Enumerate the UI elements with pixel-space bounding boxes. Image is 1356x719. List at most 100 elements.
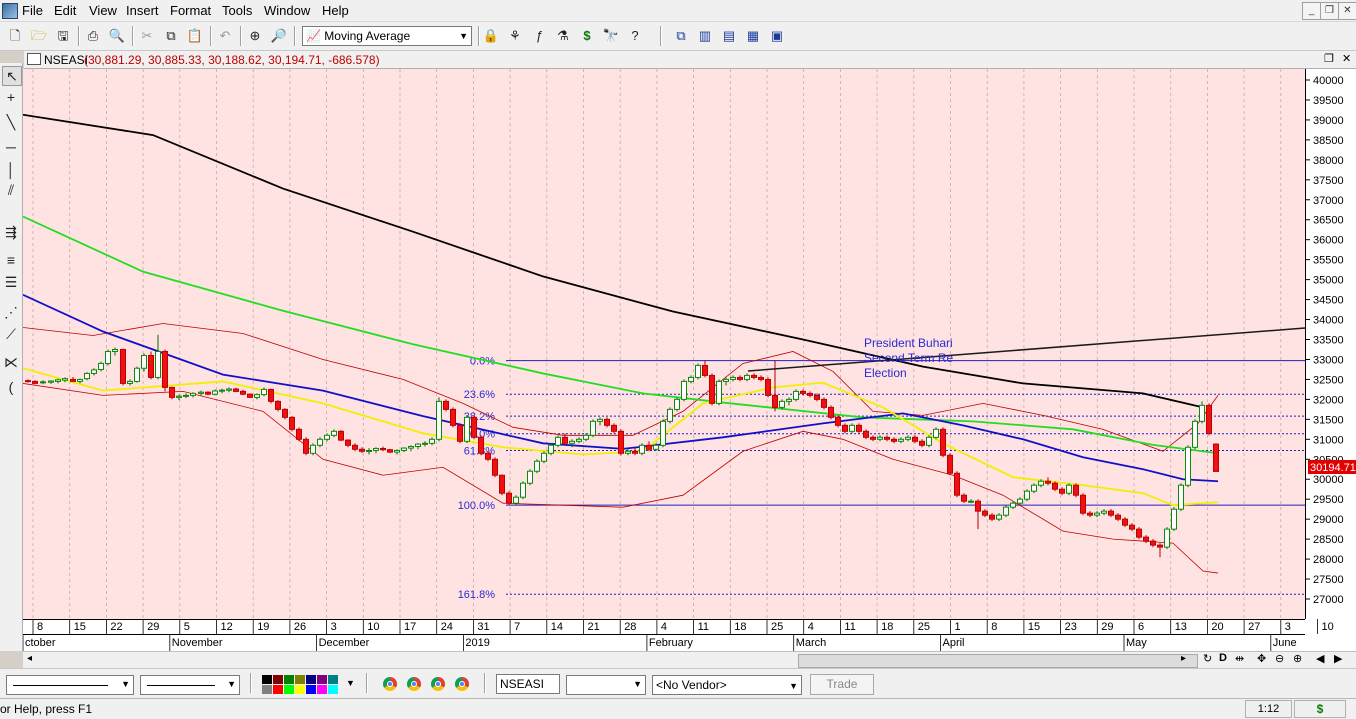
scroll-right-icon[interactable]: ▸ (1181, 653, 1186, 664)
browser-icon[interactable] (455, 677, 469, 691)
color-palette[interactable] (262, 675, 342, 695)
candle-body (534, 460, 540, 472)
spread-icon[interactable]: ⇹ (1235, 652, 1244, 665)
andrews-pitchfork-icon[interactable]: ⋉ (2, 353, 20, 371)
date-tick-label: 17 (404, 621, 416, 633)
close-icon[interactable]: ✕ (1338, 2, 1356, 20)
chart-ohlc: (30,881.29, 30,885.33, 30,188.62, 30,194… (84, 53, 380, 67)
chevron-down-icon: ▼ (121, 679, 130, 689)
page-right-icon[interactable]: ▶ (1334, 652, 1342, 665)
menu-format[interactable]: Format (170, 3, 211, 18)
tile-horizontal-icon[interactable]: ▤ (720, 27, 738, 45)
candle-body (352, 444, 358, 450)
lock-icon[interactable]: 🔒 (482, 27, 500, 45)
candle-body (373, 447, 379, 451)
menu-insert[interactable]: Insert (126, 3, 159, 18)
scrollbar-thumb[interactable] (798, 654, 1198, 668)
trendline-icon[interactable]: ╲ (2, 113, 20, 131)
indicator-select[interactable]: 📈 Moving Average ▼ (302, 26, 472, 46)
restore-icon[interactable]: ❐ (1320, 2, 1339, 20)
symbol-input[interactable] (496, 674, 560, 694)
cycle-lines-icon[interactable]: ⫽ (2, 181, 20, 199)
menu-tools[interactable]: Tools (222, 3, 252, 18)
date-tick-label: 26 (294, 621, 306, 633)
dollar-icon[interactable]: $ (578, 27, 596, 45)
speed-lines-icon[interactable]: ≡ (2, 251, 20, 269)
date-tick-label: 14 (551, 621, 563, 633)
candle-body (408, 445, 414, 449)
save-icon[interactable]: 🖫 (54, 27, 72, 45)
scroll-left-icon[interactable]: ◂ (27, 653, 32, 664)
cut-icon[interactable]: ✂ (138, 27, 156, 45)
fibonacci-icon[interactable]: ☰ (2, 273, 20, 291)
menu-file[interactable]: File (22, 3, 43, 18)
zoom-in-icon[interactable]: ⊕ (1293, 652, 1302, 665)
tile-grid-icon[interactable]: ▦ (744, 27, 762, 45)
line-weight-select[interactable]: ▼ (140, 675, 240, 695)
app-icon[interactable] (2, 3, 18, 19)
chart-close-icon[interactable]: ✕ (1342, 52, 1351, 65)
candle-body (646, 444, 652, 450)
page-left-icon[interactable]: ◀ (1316, 652, 1324, 665)
experts-icon[interactable]: ⚘ (506, 27, 524, 45)
candle-body (940, 428, 946, 456)
move-icon[interactable]: ✥ (1257, 652, 1266, 665)
vertical-line-icon[interactable]: │ (2, 161, 20, 179)
line-style-select[interactable]: ▼ (6, 675, 134, 695)
browser-icon[interactable] (407, 677, 421, 691)
vendor-select[interactable]: <No Vendor> ▼ (652, 675, 802, 695)
copy-icon[interactable]: ⧉ (162, 27, 180, 45)
candle-body (91, 369, 97, 374)
channel-icon[interactable]: ⇶ (2, 223, 20, 241)
cascade-icon[interactable]: ⧉ (672, 27, 690, 45)
crosshair-icon[interactable]: ⊕ (246, 27, 264, 45)
paste-icon[interactable]: 📋 (186, 27, 204, 45)
chart-restore-icon[interactable]: ❐ (1324, 52, 1334, 65)
zoom-icon[interactable]: 🔎 (270, 27, 288, 45)
menu-edit[interactable]: Edit (54, 3, 76, 18)
format-toolbar: ▼ ▼ ▼ ▼ <No Vendor> ▼ Trade (0, 668, 1356, 699)
crosshair-tool-icon[interactable]: + (2, 88, 20, 106)
help-pointer-icon[interactable]: ? (626, 27, 644, 45)
tile-vertical-icon[interactable]: ▥ (696, 27, 714, 45)
arc-icon[interactable]: ( (2, 378, 20, 396)
date-tick-label: 22 (110, 621, 122, 633)
function-icon[interactable]: ƒ (530, 27, 548, 45)
pointer-icon[interactable]: ↖ (2, 66, 22, 86)
price-chart[interactable]: 0.0%23.6%38.2%50.0%61.8%100.0%161.8% Pre… (23, 69, 1356, 663)
menu-help[interactable]: Help (322, 3, 349, 18)
undo-icon[interactable]: ↶ (216, 27, 234, 45)
chevron-down-icon: ▼ (633, 679, 642, 689)
menu-window[interactable]: Window (264, 3, 310, 18)
open-folder-icon[interactable]: 🗁 (30, 27, 48, 45)
new-file-icon[interactable]: 🗋 (6, 27, 24, 45)
print-preview-icon[interactable]: 🔍 (108, 27, 126, 45)
candle-body (779, 400, 785, 408)
optimize-icon[interactable]: ⚗ (554, 27, 572, 45)
menu-view[interactable]: View (89, 3, 117, 18)
horizontal-scrollbar[interactable]: ◂ ▸ ↻ D ⇹ ✥ ⊖ ⊕ ◀ ▶ (23, 651, 1356, 669)
symbol-list-select[interactable]: ▼ (566, 675, 646, 695)
refresh-icon[interactable]: ↻ (1203, 652, 1212, 665)
candle-body (141, 354, 147, 369)
date-tick-label: 10 (1322, 621, 1334, 633)
price-tick-label: 40000 (1313, 75, 1344, 87)
arrange-icon[interactable]: ▣ (768, 27, 786, 45)
minimize-icon[interactable]: _ (1302, 2, 1321, 20)
chevron-down-icon[interactable]: ▼ (346, 678, 355, 688)
trade-button[interactable]: Trade (810, 674, 874, 695)
candle-body (1192, 420, 1198, 448)
candle-body (1136, 528, 1142, 538)
candle-body (730, 376, 736, 380)
browser-icon[interactable] (383, 677, 397, 691)
horizontal-line-icon[interactable]: ─ (2, 138, 20, 156)
explore-icon[interactable]: 🔭 (602, 27, 620, 45)
print-icon[interactable]: ⎙ (84, 27, 102, 45)
candle-body (296, 428, 302, 440)
browser-icon[interactable] (431, 677, 445, 691)
daily-icon[interactable]: D (1219, 652, 1227, 664)
candle-body (632, 450, 638, 454)
fan-lines-icon[interactable]: ⟋ (2, 325, 20, 343)
zoom-out-icon[interactable]: ⊖ (1275, 652, 1284, 665)
gann-fan-icon[interactable]: ⋰ (2, 303, 20, 321)
